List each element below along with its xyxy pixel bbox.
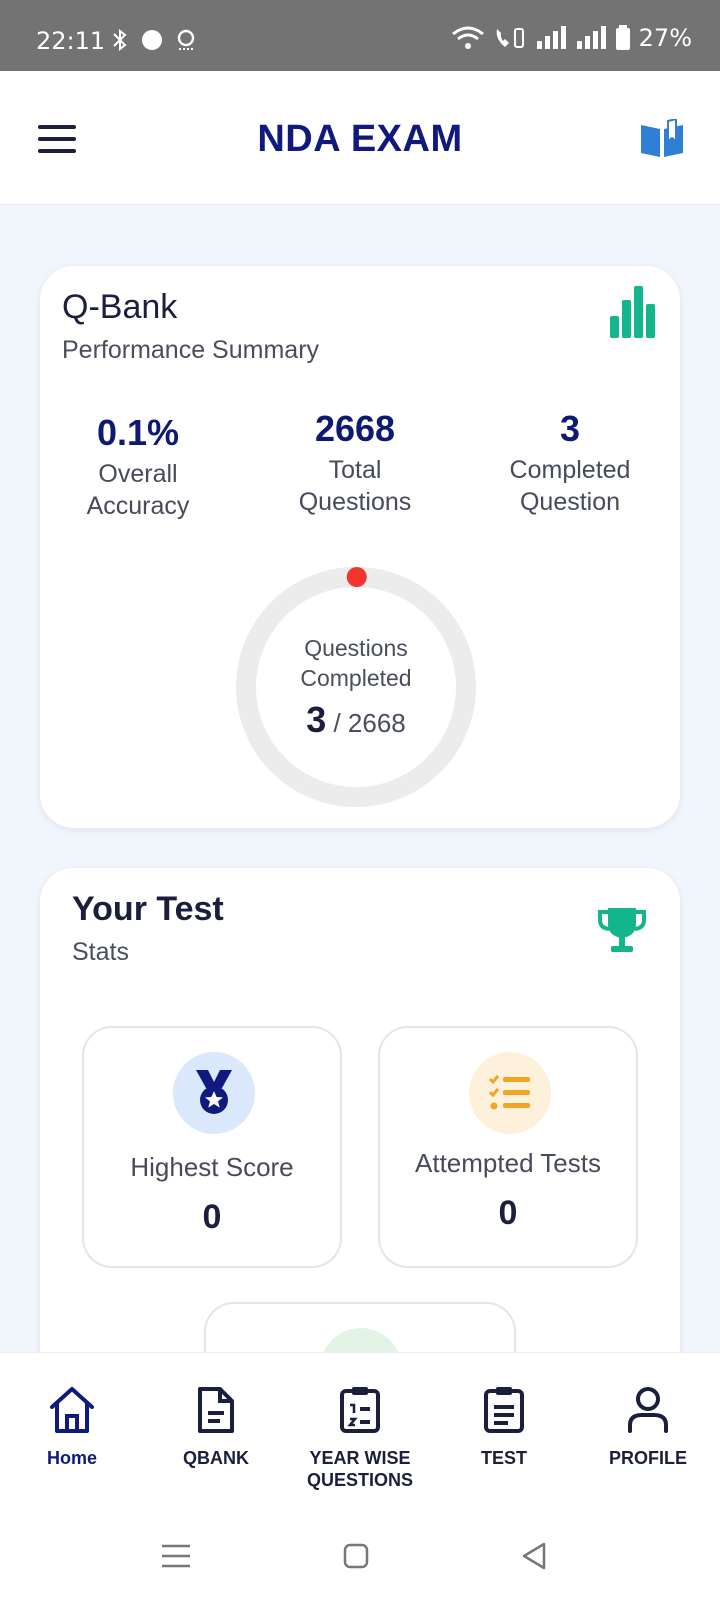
open-book-icon (641, 117, 683, 157)
home-system-icon[interactable] (336, 1536, 376, 1576)
status-time: 22:11 (36, 27, 106, 55)
nav-home[interactable]: Home (0, 1385, 144, 1469)
stat-label: Completed Question (509, 456, 631, 516)
bluetooth-icon (113, 29, 127, 51)
recents-icon[interactable] (156, 1536, 196, 1576)
stat-box-label: Highest Score (130, 1152, 294, 1182)
stat-value: 3 (559, 408, 581, 449)
checklist-icon (488, 1075, 530, 1110)
questions-completed-ring: Questions Completed 3 / 2668 (236, 567, 476, 807)
library-button[interactable] (638, 117, 686, 159)
stat-total-questions: 2668 Total Questions (250, 408, 460, 518)
numbered-list-icon (340, 1387, 380, 1433)
notification-icon (142, 30, 162, 50)
qbank-subtitle: Performance Summary (62, 336, 320, 364)
app-header: NDA EXAM (0, 71, 720, 205)
battery-icon (615, 25, 630, 50)
test-stats-card: Your Test Stats Highest Score 0 Attempte… (40, 868, 680, 1422)
stat-label: Overall Accuracy (86, 460, 190, 520)
stat-box-value: 0 (202, 1198, 222, 1236)
highest-score-box[interactable]: Highest Score 0 (82, 1026, 342, 1268)
home-icon (50, 1387, 94, 1433)
checklist-icon-circle (469, 1052, 551, 1134)
clipboard-icon (484, 1387, 524, 1433)
system-navigation-bar (0, 1512, 720, 1600)
back-icon[interactable] (514, 1536, 554, 1576)
test-title: Your Test (72, 890, 224, 928)
qbank-title: Q-Bank (62, 288, 178, 326)
stat-value: 2668 (314, 408, 396, 449)
stat-completed-questions: 3 Completed Question (465, 408, 675, 518)
nav-label: TEST (480, 1448, 527, 1468)
wifi-calling-icon (496, 28, 524, 48)
nav-profile[interactable]: PROFILE (576, 1385, 720, 1469)
status-bar: 22:11 27% (0, 0, 720, 71)
signal-icon (576, 26, 606, 49)
stat-value: 0.1% (96, 412, 180, 453)
bottom-navigation: Home QBANK YEAR WISE QUESTIONS TEST PROFI… (0, 1352, 720, 1512)
nav-year-wise-questions[interactable]: YEAR WISE QUESTIONS (288, 1385, 432, 1491)
medal-icon-circle (173, 1052, 255, 1134)
nav-label: QBANK (183, 1448, 249, 1468)
stat-box-label: Attempted Tests (415, 1148, 601, 1178)
test-subtitle: Stats (72, 938, 129, 966)
stat-box-value: 0 (498, 1194, 518, 1232)
nav-qbank[interactable]: QBANK (144, 1385, 288, 1469)
app-icon (177, 29, 195, 50)
trophy-icon (598, 908, 646, 952)
battery-percentage: 27% (638, 24, 692, 52)
qbank-summary-card: Q-Bank Performance Summary 0.1% Overall A… (40, 266, 680, 828)
ring-label: Questions Completed (300, 635, 412, 691)
nav-label: YEAR WISE QUESTIONS (306, 1448, 413, 1490)
attempted-tests-box[interactable]: Attempted Tests 0 (378, 1026, 638, 1268)
signal-icon (536, 26, 566, 49)
stat-overall-accuracy: 0.1% Overall Accuracy (33, 412, 243, 522)
app-title: NDA EXAM (257, 118, 463, 160)
ring-count: 3 / 2668 (306, 699, 406, 740)
nav-test[interactable]: TEST (432, 1385, 576, 1469)
stat-label: Total Questions (298, 456, 412, 516)
nav-label: Home (46, 1448, 97, 1468)
medal-icon (196, 1070, 232, 1114)
wifi-icon (451, 26, 484, 49)
user-icon (628, 1387, 668, 1433)
bar-chart-icon (610, 286, 655, 338)
document-icon (198, 1387, 234, 1433)
nav-label: PROFILE (608, 1448, 687, 1468)
